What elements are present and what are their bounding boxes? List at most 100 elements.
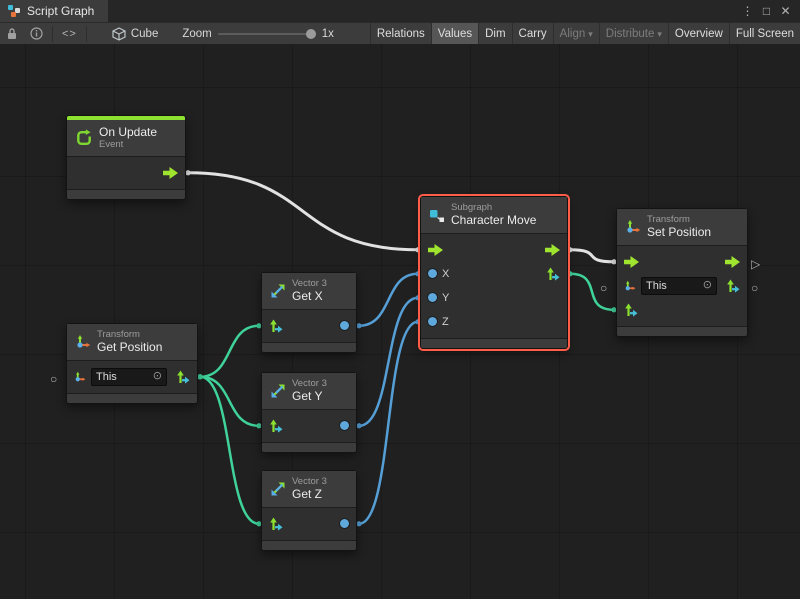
- vector-out-port[interactable]: [726, 279, 740, 293]
- set-position-value-outer-port[interactable]: ○: [751, 282, 758, 294]
- wire-onupdate-flow-out-to-cm-flow-in[interactable]: [188, 173, 418, 250]
- vector-in-port[interactable]: [269, 319, 283, 333]
- button-label: Values: [438, 28, 472, 40]
- node-title: Character Move: [451, 213, 536, 227]
- object-picker-icon[interactable]: ⊙: [703, 280, 712, 291]
- node-category: Subgraph: [451, 202, 536, 213]
- graph-canvas[interactable]: On Update Event Transform: [0, 44, 800, 599]
- node-category: Vector 3: [292, 278, 327, 289]
- node-title: Get X: [292, 289, 327, 303]
- get-position-this-outer-port[interactable]: ○: [50, 373, 57, 385]
- window-menu-icon[interactable]: ⋮: [739, 0, 756, 22]
- maximize-icon[interactable]: □: [758, 0, 775, 22]
- node-get-position[interactable]: Transform Get Position This ⊙: [66, 323, 198, 404]
- close-icon[interactable]: ✕: [777, 0, 794, 22]
- unity-script-graph-window: Script Graph ⋮ □ ✕ <> Cube Zoom: [0, 0, 800, 599]
- tab-script-graph[interactable]: Script Graph: [0, 0, 108, 22]
- node-title: Get Position: [97, 340, 162, 354]
- flow-out-port[interactable]: [163, 167, 178, 179]
- zoom-slider[interactable]: [218, 23, 316, 45]
- node-header: Vector 3 Get X: [262, 273, 356, 310]
- node-title: Get Z: [292, 487, 327, 501]
- vector-out-port[interactable]: [546, 267, 560, 281]
- flow-in-port[interactable]: [624, 256, 639, 268]
- node-set-position[interactable]: Transform Set Position: [616, 208, 748, 337]
- lock-icon[interactable]: [0, 23, 24, 45]
- vector3-icon: [270, 383, 286, 399]
- button-label: Dim: [485, 28, 505, 40]
- port-label-x: X: [442, 268, 449, 280]
- y-input-port[interactable]: [428, 293, 437, 302]
- zoom-label: Zoom: [182, 28, 211, 40]
- node-get-y[interactable]: Vector 3 Get Y: [261, 372, 357, 453]
- wire-endpoint: [356, 323, 361, 328]
- vector-in-port[interactable]: [269, 419, 283, 433]
- node-body: [67, 157, 185, 189]
- node-category: Vector 3: [292, 476, 327, 487]
- node-body: [262, 310, 356, 342]
- node-title: On Update: [99, 125, 157, 139]
- zoom-slider-track[interactable]: [218, 33, 316, 35]
- z-input-port[interactable]: [428, 317, 437, 326]
- node-category: Vector 3: [292, 378, 327, 389]
- flow-in-port[interactable]: [428, 244, 443, 256]
- wire-endpoint: [567, 271, 572, 276]
- distribute-button[interactable]: Distribute▾: [599, 23, 668, 45]
- node-on-update[interactable]: On Update Event: [66, 115, 186, 200]
- zoom-slider-thumb[interactable]: [306, 29, 316, 39]
- wire-cm-flow-out-to-sp-flow-in[interactable]: [570, 250, 614, 262]
- wire-gety-float-out-to-cm-y-in[interactable]: [359, 298, 418, 426]
- carry-button[interactable]: Carry: [512, 23, 553, 45]
- node-header: Vector 3 Get Z: [262, 471, 356, 508]
- target-name-label: Cube: [131, 28, 159, 40]
- button-label: Carry: [519, 28, 547, 40]
- float-out-port[interactable]: [340, 519, 349, 528]
- wire-getpos-vec-out-to-getx-vec-in[interactable]: [200, 326, 259, 377]
- node-header: Transform Set Position: [617, 209, 747, 246]
- set-position-this-outer-port[interactable]: ○: [600, 282, 607, 294]
- graph-toolbar: <> Cube Zoom 1x Relations Values Dim Car…: [0, 22, 800, 44]
- float-out-port[interactable]: [340, 321, 349, 330]
- node-get-x[interactable]: Vector 3 Get X: [261, 272, 357, 353]
- wire-cm-vec-out-to-sp-vec-in[interactable]: [570, 274, 614, 310]
- vector-in-port[interactable]: [624, 303, 638, 317]
- info-icon[interactable]: [24, 23, 49, 45]
- this-object-field[interactable]: This ⊙: [91, 368, 167, 386]
- vector-in-port[interactable]: [269, 517, 283, 531]
- node-body: X Y Z: [421, 234, 567, 338]
- script-graph-icon: [7, 4, 21, 18]
- x-input-port[interactable]: [428, 269, 437, 278]
- set-position-flow-outer-port[interactable]: ▷: [751, 258, 760, 270]
- button-label: Align: [560, 28, 586, 40]
- overview-button[interactable]: Overview: [668, 23, 729, 45]
- port-label-y: Y: [442, 292, 449, 304]
- node-footer: [421, 338, 567, 348]
- node-footer: [67, 189, 185, 199]
- object-picker-icon[interactable]: ⊙: [153, 371, 162, 382]
- node-header: Subgraph Character Move: [421, 197, 567, 234]
- relations-button[interactable]: Relations: [370, 23, 431, 45]
- flow-out-port[interactable]: [545, 244, 560, 256]
- vector-out-port[interactable]: [176, 370, 190, 384]
- zoom-value: 1x: [322, 28, 334, 40]
- wire-getpos-vec-out-to-gety-vec-in[interactable]: [200, 377, 259, 426]
- full-screen-button[interactable]: Full Screen: [729, 23, 800, 45]
- values-button[interactable]: Values: [431, 23, 478, 45]
- code-view-icon[interactable]: <>: [56, 28, 83, 40]
- node-body: [262, 410, 356, 442]
- transform-mini-icon: [624, 280, 636, 292]
- graph-target-selector[interactable]: Cube: [104, 27, 167, 41]
- transform-icon: [75, 334, 91, 350]
- align-button[interactable]: Align▾: [553, 23, 599, 45]
- this-object-field[interactable]: This ⊙: [641, 277, 717, 295]
- node-get-z[interactable]: Vector 3 Get Z: [261, 470, 357, 551]
- node-character-move[interactable]: Subgraph Character Move X: [420, 196, 568, 349]
- float-out-port[interactable]: [340, 421, 349, 430]
- node-title: Get Y: [292, 389, 327, 403]
- wire-endpoint: [567, 247, 572, 252]
- dim-button[interactable]: Dim: [478, 23, 511, 45]
- wire-endpoint: [197, 374, 202, 379]
- flow-out-port[interactable]: [725, 256, 740, 268]
- wire-endpoint: [356, 521, 361, 526]
- node-category: Transform: [647, 214, 711, 225]
